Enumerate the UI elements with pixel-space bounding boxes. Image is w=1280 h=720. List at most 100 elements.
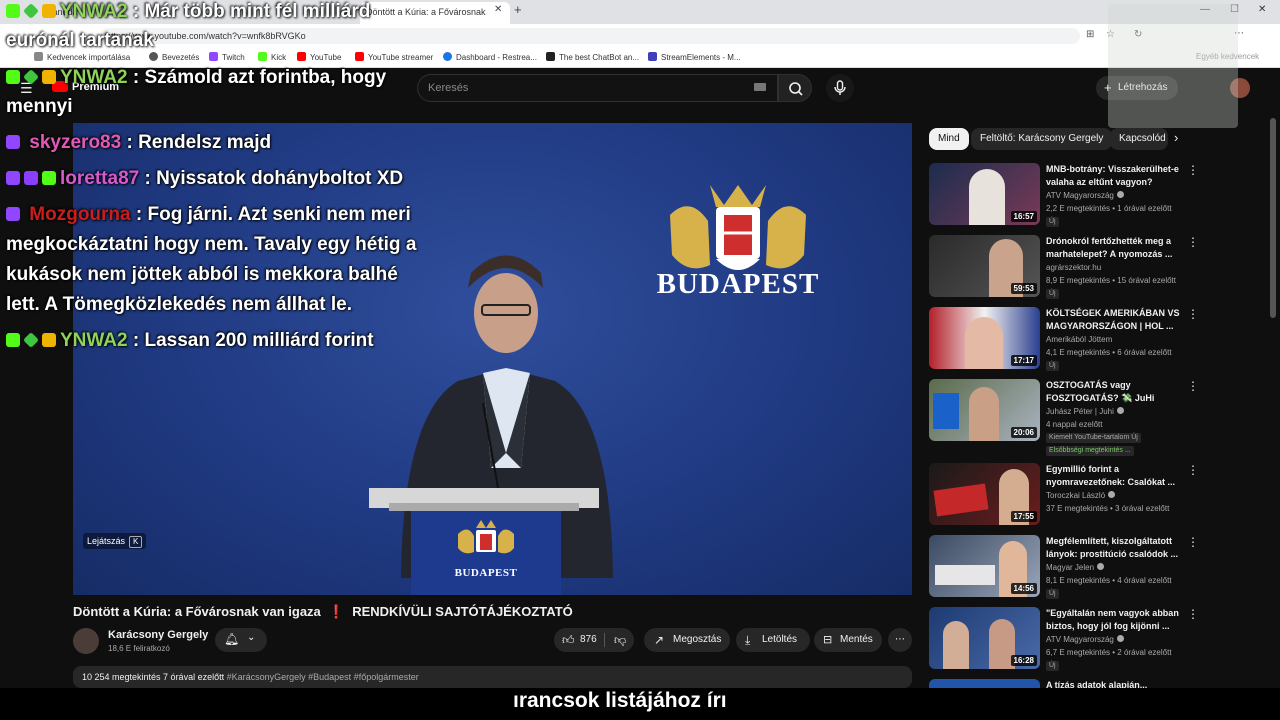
chat-message: loretta87 : Nyissatok dohányboltot XD: [6, 167, 403, 191]
recommendation-item[interactable]: 17:55 Egymillió forint a nyomravezetőnek…: [929, 463, 1279, 529]
new-badge: Új: [1046, 217, 1059, 227]
kick-badge-icon: [6, 333, 20, 347]
video-thumbnail[interactable]: 16:57: [929, 163, 1040, 225]
close-window-icon[interactable]: ✕: [1258, 4, 1266, 15]
bookmark-item[interactable]: The best ChatBot an...: [546, 52, 639, 62]
recommendation-title[interactable]: Egymillió forint a nyomravezetőnek: Csal…: [1046, 463, 1180, 489]
subscription-bell-button[interactable]: 🔔︎ ⌄: [215, 628, 267, 652]
diamond-badge-icon: [23, 332, 39, 348]
bookmarks-bar: Kedvencek importálása Bevezetés Twitch K…: [0, 48, 1280, 68]
bookmark-item[interactable]: Bevezetés: [149, 52, 199, 62]
keyboard-icon[interactable]: [754, 83, 766, 91]
recommendation-title[interactable]: MNB-botrány: Visszakerülhet-e valaha az …: [1046, 163, 1180, 189]
recommendation-meta: 6,7 E megtekintés • 2 órával ezelőtt: [1046, 648, 1172, 657]
video-player[interactable]: BUDAPEST BUDAPEST Lejátszás K: [73, 123, 912, 595]
share-icon: ↗: [654, 633, 665, 647]
more-options-icon[interactable]: ⋮: [1187, 307, 1199, 321]
recommendation-meta: 4 nappal ezelőtt: [1046, 420, 1103, 429]
thumbnail-person: [969, 169, 1005, 225]
recommendation-title[interactable]: "Egyáltalán nem vagyok abban biztos, hog…: [1046, 607, 1180, 633]
more-options-icon[interactable]: ⋮: [1187, 379, 1199, 393]
more-options-icon[interactable]: ⋮: [1187, 163, 1199, 177]
recommendation-channel[interactable]: Juhász Péter | Juhi: [1046, 407, 1124, 416]
search-button[interactable]: [778, 74, 812, 102]
recommendation-title[interactable]: OSZTOGATÁS vagy FOSZTOGATÁS? 💸 JuHi VLO.…: [1046, 379, 1180, 405]
search-input[interactable]: Keresés: [417, 74, 778, 102]
chat-message: skyzero83 : Rendelsz majd: [6, 131, 271, 155]
recommendation-title[interactable]: KÖLTSÉGEK AMERIKÁBAN VS MAGYARORSZÁGON |…: [1046, 307, 1180, 333]
dislike-icon[interactable]: 👎︎: [614, 628, 626, 652]
channel-avatar[interactable]: [73, 628, 99, 654]
recommendation-title[interactable]: Megfélemlített, kiszolgáltatott lányok: …: [1046, 535, 1180, 561]
verified-icon: [1116, 191, 1124, 198]
recommendation-title[interactable]: A tízás adatok alapján...: [1046, 679, 1180, 688]
video-thumbnail[interactable]: 14:56: [929, 535, 1040, 597]
like-dislike-group: 👍︎ 876 👎︎: [554, 628, 634, 652]
recommendation-item[interactable]: 59:53 Drónokról fertőzhették meg a marha…: [929, 235, 1279, 301]
more-options-icon[interactable]: ⋮: [1187, 235, 1199, 249]
tab-active[interactable]: Döntött a Kúria: a Fővárosnak: [360, 2, 510, 24]
video-thumbnail[interactable]: 17:17: [929, 307, 1040, 369]
bookmark-item[interactable]: StreamElements - M...: [648, 52, 741, 62]
chat-message: YNWA2 : Számold azt forintba, hogy: [6, 66, 386, 90]
chip-related[interactable]: Kapcsolód: [1110, 128, 1168, 150]
url-field[interactable]: https://www.youtube.com/watch?v=wnfk8bRV…: [100, 28, 1080, 44]
more-options-icon[interactable]: ⋮: [1187, 535, 1199, 549]
recommendation-channel[interactable]: ATV Magyarország: [1046, 635, 1124, 644]
new-badge: Új: [1046, 289, 1059, 299]
recommendation-meta: 8,9 E megtekintés • 15 órával ezelőtt: [1046, 276, 1176, 285]
recommendation-title[interactable]: Drónokról fertőzhették meg a marhatelepe…: [1046, 235, 1180, 261]
more-actions-icon[interactable]: ⋯: [888, 628, 912, 652]
video-thumbnail[interactable]: [929, 679, 1040, 688]
recommendation-item[interactable]: 14:56 Megfélemlített, kiszolgáltatott lá…: [929, 535, 1279, 601]
thumbnail-caption: [935, 565, 995, 585]
more-options-icon[interactable]: ⋮: [1187, 463, 1199, 477]
video-thumbnail[interactable]: 59:53: [929, 235, 1040, 297]
recommendation-channel[interactable]: Toroczkai László: [1046, 491, 1116, 500]
recommendation-item[interactable]: 16:57 MNB-botrány: Visszakerülhet-e vala…: [929, 163, 1279, 229]
channel-name[interactable]: Karácsony Gergely: [108, 629, 208, 641]
video-thumbnail[interactable]: 17:55: [929, 463, 1040, 525]
bottom-ticker-bar: ırancsok listájához írı: [0, 688, 1280, 720]
scrollbar-thumb[interactable]: [1270, 118, 1276, 318]
like-count[interactable]: 876: [580, 628, 597, 652]
more-options-icon[interactable]: ⋮: [1187, 607, 1199, 621]
bookmark-item[interactable]: YouTube streamer: [355, 52, 433, 62]
close-tab-icon[interactable]: ✕: [494, 4, 502, 15]
save-button[interactable]: ⊟ Mentés: [814, 628, 882, 652]
recommendation-channel[interactable]: Amerikából Jöttem: [1046, 335, 1112, 344]
share-button[interactable]: ↗ Megosztás: [644, 628, 730, 652]
search-icon: [789, 82, 803, 96]
chip-all[interactable]: Mind: [929, 128, 969, 150]
video-thumbnail[interactable]: 20:06: [929, 379, 1040, 441]
chatbot-icon: [546, 52, 555, 61]
bookmark-item[interactable]: Kick: [258, 52, 286, 62]
bookmark-item[interactable]: YouTube: [297, 52, 341, 62]
chip-uploader[interactable]: Feltöltő: Karácsony Gergely: [971, 128, 1113, 150]
recommendation-item[interactable]: 17:17 KÖLTSÉGEK AMERIKÁBAN VS MAGYARORSZ…: [929, 307, 1279, 373]
like-icon[interactable]: 👍︎: [562, 628, 575, 652]
bookmark-item[interactable]: Dashboard - Restrea...: [443, 52, 537, 62]
recommendation-channel[interactable]: Magyar Jelen: [1046, 563, 1105, 572]
bookmark-item[interactable]: Twitch: [209, 52, 245, 62]
ticker-text: ırancsok listájához írı: [513, 689, 727, 712]
reading-icon[interactable]: ⊞: [1086, 29, 1094, 40]
chevron-right-icon[interactable]: ›: [1174, 130, 1178, 145]
video-thumbnail[interactable]: 16:28: [929, 607, 1040, 669]
bookmark-item[interactable]: Kedvencek importálása: [34, 52, 130, 62]
recommendation-item[interactable]: 20:06 OSZTOGATÁS vagy FOSZTOGATÁS? 💸 JuH…: [929, 379, 1279, 459]
kick-badge-icon: [6, 70, 20, 84]
microphone-icon: [834, 80, 846, 95]
diamond-badge-icon: [23, 3, 39, 19]
twitch-icon: [209, 52, 218, 61]
divider: [604, 633, 605, 647]
recommendation-item[interactable]: A tízás adatok alapján...: [929, 679, 1279, 688]
new-badge: Új: [1046, 589, 1059, 599]
recommendation-channel[interactable]: ATV Magyarország: [1046, 191, 1124, 200]
new-tab-button[interactable]: +: [514, 2, 522, 17]
description-box[interactable]: 10 254 megtekintés 7 órával ezelőtt #Kar…: [73, 666, 912, 688]
recommendation-item[interactable]: 16:28 "Egyáltalán nem vagyok abban bizto…: [929, 607, 1279, 673]
recommendation-channel[interactable]: agrárszektor.hu: [1046, 263, 1101, 272]
voice-search-button[interactable]: [826, 74, 854, 102]
download-button[interactable]: ⤓ Letöltés: [736, 628, 810, 652]
